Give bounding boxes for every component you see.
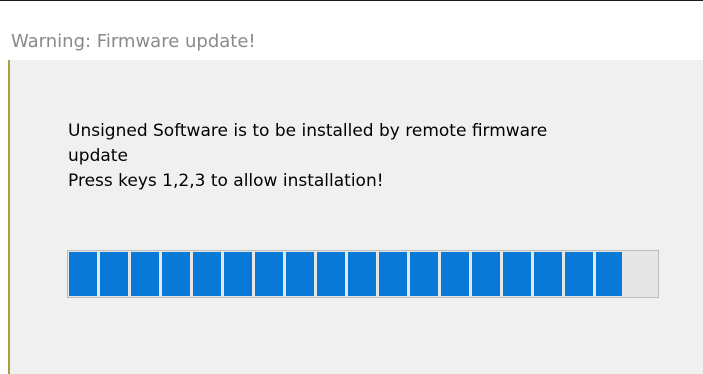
progress-bar — [67, 250, 659, 298]
message-line-3: Press keys 1,2,3 to allow installation! — [68, 171, 384, 191]
message-line-1: Unsigned Software is to be installed by … — [68, 121, 548, 141]
progress-bar-fill — [69, 252, 622, 296]
title-bar: Warning: Firmware update! — [0, 1, 703, 60]
firmware-update-dialog: Warning: Firmware update! Unsigned Softw… — [0, 0, 703, 374]
message-line-2: update — [68, 146, 128, 166]
warning-message: Unsigned Software is to be installed by … — [68, 119, 668, 194]
dialog-content: Unsigned Software is to be installed by … — [10, 60, 703, 374]
dialog-title: Warning: Firmware update! — [11, 31, 256, 52]
